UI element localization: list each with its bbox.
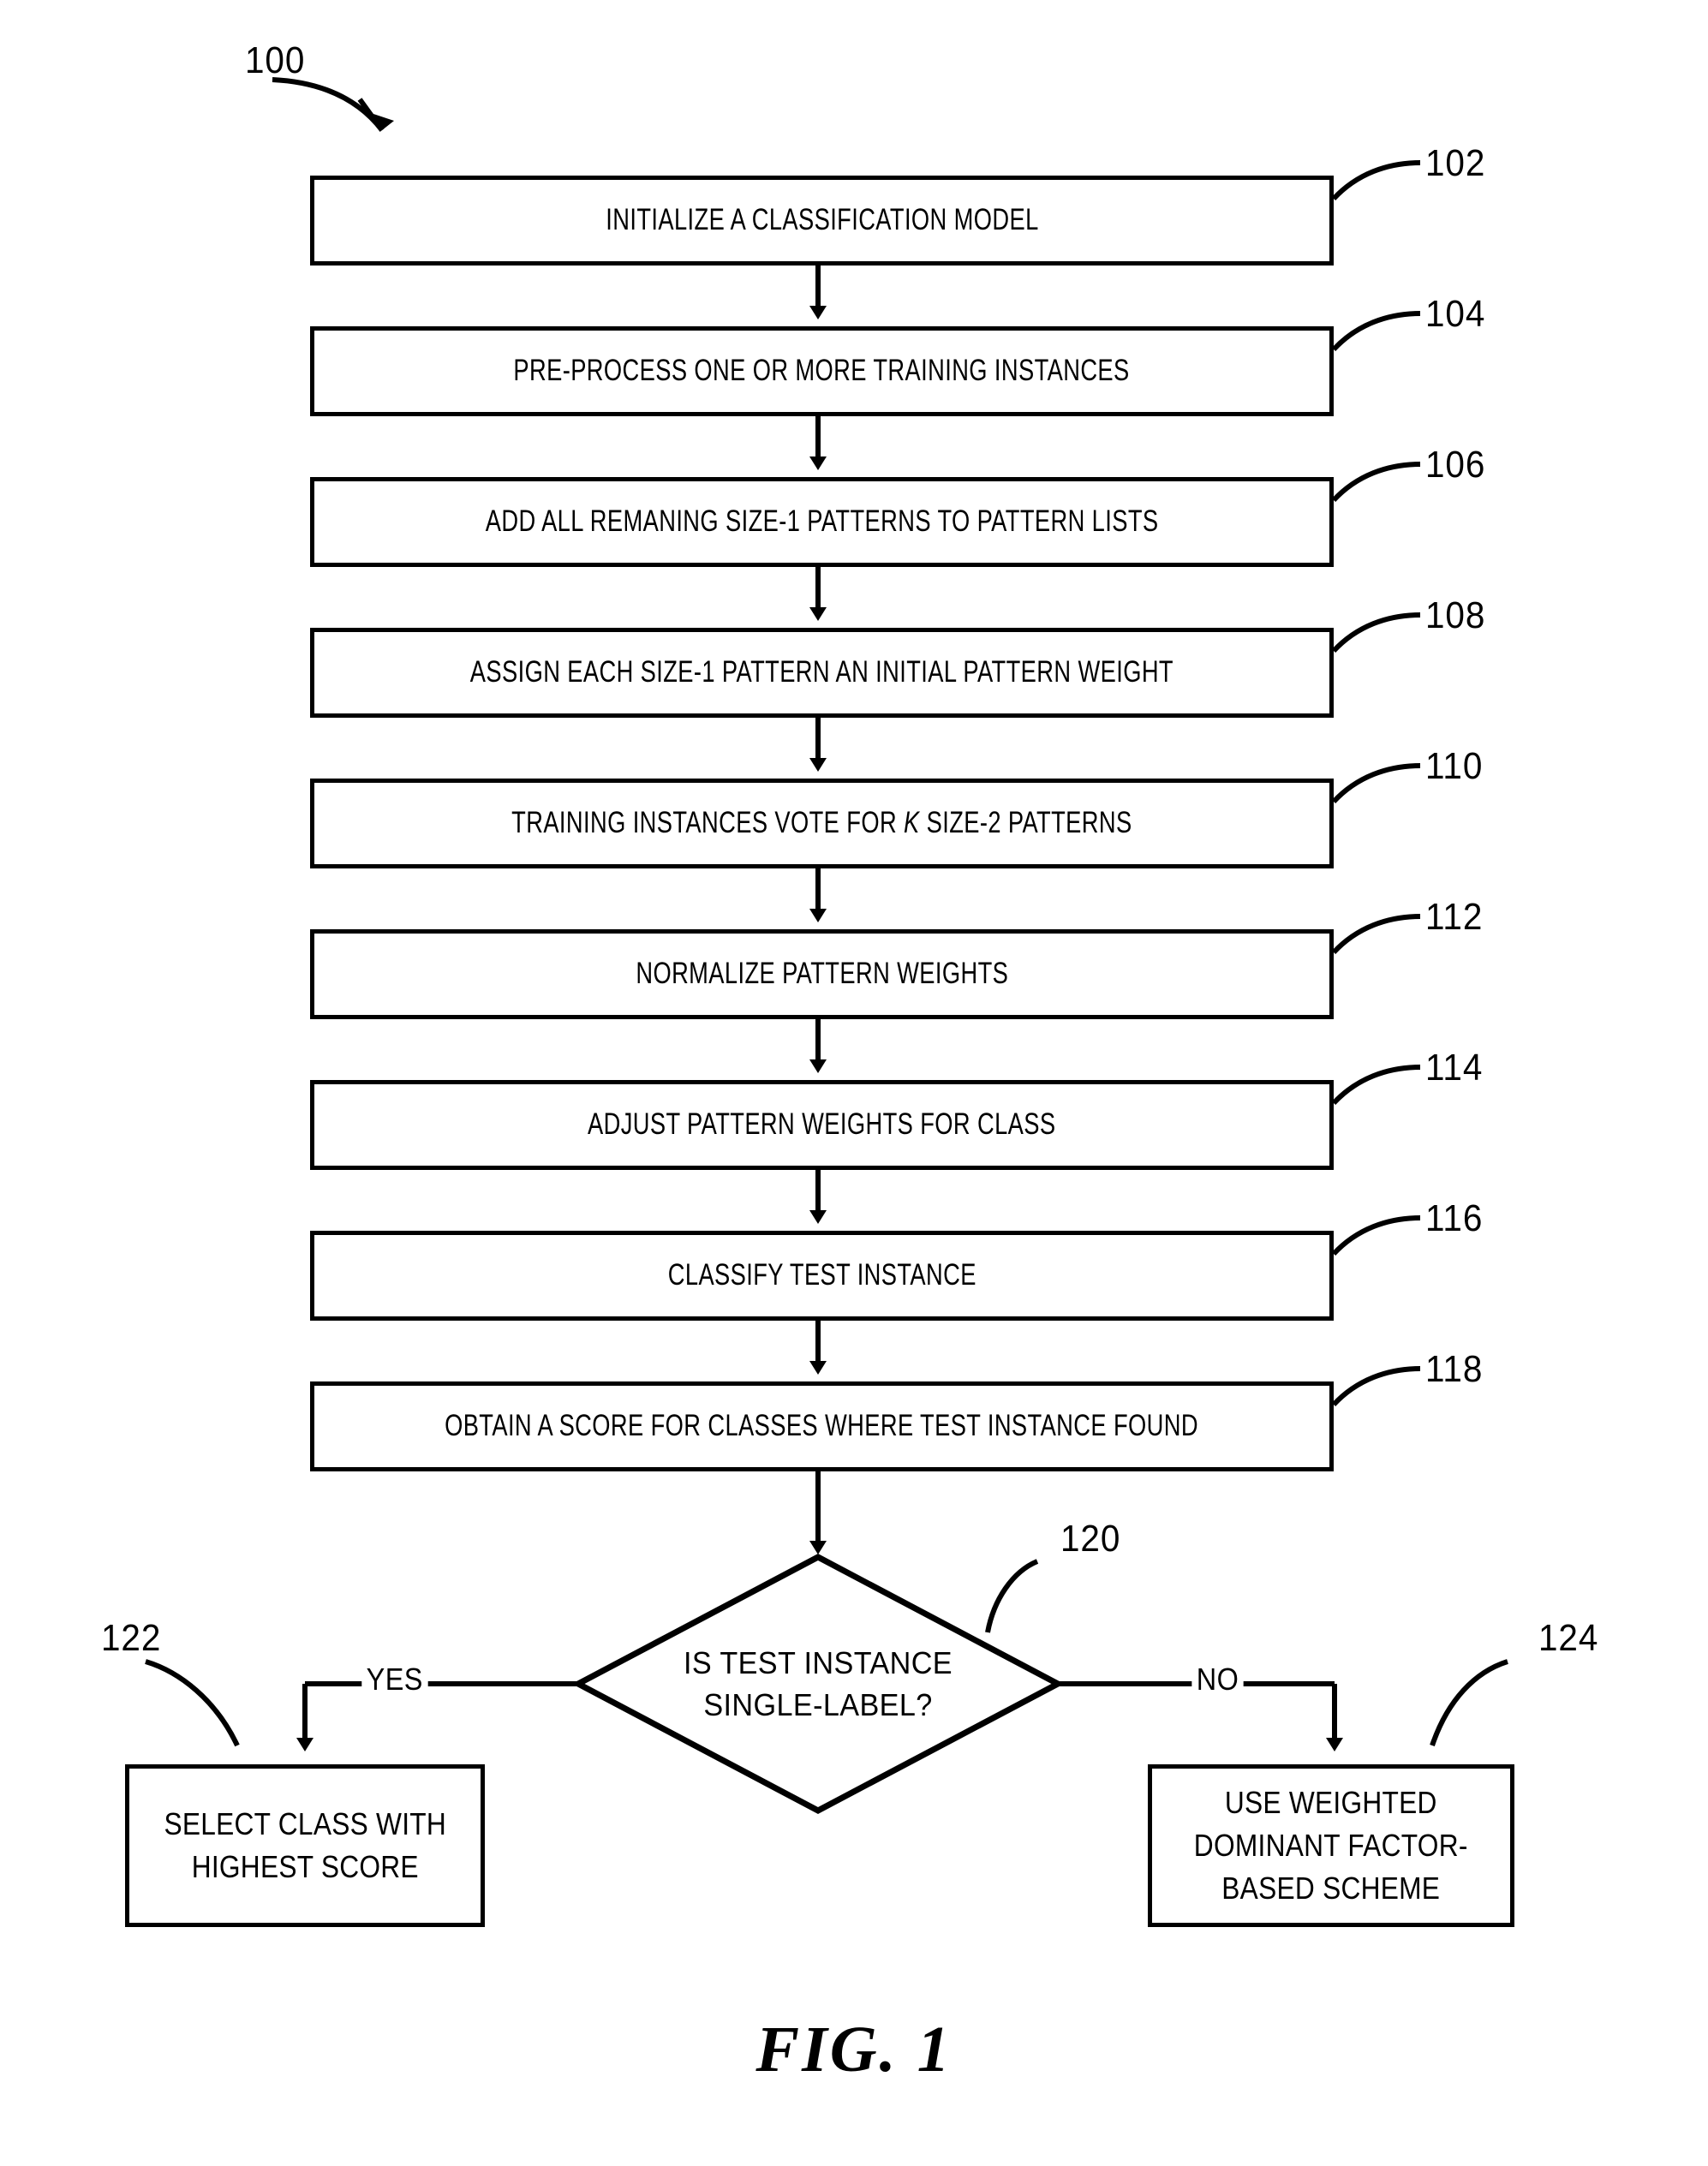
outcome-122-line-2: HIGHEST SCORE <box>191 1849 419 1884</box>
outcome-box-124: USE WEIGHTED DOMINANT FACTOR- BASED SCHE… <box>1148 1764 1514 1927</box>
decision-line-1: IS TEST INSTANCE <box>684 1645 953 1680</box>
outcome-label-124: USE WEIGHTED DOMINANT FACTOR- BASED SCHE… <box>1194 1781 1468 1909</box>
figure-ref-100: 100 <box>245 39 306 81</box>
branch-yes <box>296 1681 578 1751</box>
step-box-106: ADD ALL REMANING SIZE-1 PATTERNS TO PATT… <box>310 477 1334 567</box>
leader-106 <box>1331 462 1421 503</box>
step-ref-112: 112 <box>1425 896 1484 938</box>
step-box-116: CLASSIFY TEST INSTANCE <box>310 1231 1334 1321</box>
leader-114 <box>1331 1065 1421 1106</box>
branch-label-no: NO <box>1191 1662 1244 1698</box>
leader-118 <box>1331 1366 1421 1407</box>
leader-108 <box>1331 612 1421 653</box>
step-box-102: INITIALIZE A CLASSIFICATION MODEL <box>310 176 1334 266</box>
leaders-step-refs <box>1331 160 1421 1407</box>
decision-ref-120: 120 <box>1060 1518 1121 1560</box>
step-label-110: TRAINING INSTANCES VOTE FOR K SIZE-2 PAT… <box>511 806 1132 840</box>
step-ref-114: 114 <box>1425 1047 1484 1089</box>
figure-caption: FIG. 1 <box>755 2014 953 2085</box>
leader-112 <box>1331 914 1421 955</box>
step-ref-116: 116 <box>1425 1197 1484 1239</box>
outcome-label-122: SELECT CLASS WITH HIGHEST SCORE <box>164 1803 446 1888</box>
leader-100 <box>272 77 394 132</box>
step-box-118: OBTAIN A SCORE FOR CLASSES WHERE TEST IN… <box>310 1381 1334 1471</box>
leader-102 <box>1331 160 1421 201</box>
step-ref-102: 102 <box>1425 142 1486 184</box>
step-box-110: TRAINING INSTANCES VOTE FOR K SIZE-2 PAT… <box>310 779 1334 868</box>
decision-line-2: SINGLE-LABEL? <box>703 1686 933 1722</box>
step-label-112: NORMALIZE PATTERN WEIGHTS <box>636 957 1008 991</box>
outcome-124-line-3: BASED SCHEME <box>1221 1870 1441 1906</box>
leader-116 <box>1331 1215 1421 1256</box>
step-ref-118: 118 <box>1425 1348 1484 1390</box>
step-ref-110: 110 <box>1425 745 1484 787</box>
step-box-108: ASSIGN EACH SIZE-1 PATTERN AN INITIAL PA… <box>310 628 1334 718</box>
outcome-box-122: SELECT CLASS WITH HIGHEST SCORE <box>125 1764 485 1927</box>
step-label-104: PRE-PROCESS ONE OR MORE TRAINING INSTANC… <box>513 354 1131 388</box>
branch-label-yes: YES <box>361 1662 428 1698</box>
step-label-106: ADD ALL REMANING SIZE-1 PATTERNS TO PATT… <box>485 504 1159 539</box>
step-label-118: OBTAIN A SCORE FOR CLASSES WHERE TEST IN… <box>445 1409 1199 1443</box>
step-box-104: PRE-PROCESS ONE OR MORE TRAINING INSTANC… <box>310 326 1334 416</box>
step-label-108: ASSIGN EACH SIZE-1 PATTERN AN INITIAL PA… <box>469 655 1174 689</box>
step-ref-104: 104 <box>1425 293 1486 335</box>
step-label-114: ADJUST PATTERN WEIGHTS FOR CLASS <box>588 1107 1056 1142</box>
step-label-102: INITIALIZE A CLASSIFICATION MODEL <box>605 203 1039 237</box>
outcome-124-line-1: USE WEIGHTED <box>1225 1785 1437 1821</box>
step-ref-108: 108 <box>1425 594 1486 636</box>
decision-label: IS TEST INSTANCE SINGLE-LABEL? <box>615 1643 1022 1726</box>
outcome-ref-122: 122 <box>101 1617 162 1659</box>
leader-122 <box>145 1659 240 1747</box>
outcome-124-line-2: DOMINANT FACTOR- <box>1194 1828 1468 1864</box>
leader-124 <box>1430 1659 1508 1746</box>
step-ref-106: 106 <box>1425 444 1486 486</box>
leader-120 <box>985 1559 1039 1633</box>
leader-104 <box>1331 311 1421 352</box>
step-box-112: NORMALIZE PATTERN WEIGHTS <box>310 929 1334 1019</box>
step-label-116: CLASSIFY TEST INSTANCE <box>667 1258 976 1292</box>
outcome-ref-124: 124 <box>1538 1617 1599 1659</box>
leader-110 <box>1331 763 1421 804</box>
outcome-122-line-1: SELECT CLASS WITH <box>164 1806 446 1842</box>
step-box-114: ADJUST PATTERN WEIGHTS FOR CLASS <box>310 1080 1334 1170</box>
figure-sheet: 100 INITIALIZE A CLASSIFICATION MODEL PR… <box>0 0 1708 2166</box>
